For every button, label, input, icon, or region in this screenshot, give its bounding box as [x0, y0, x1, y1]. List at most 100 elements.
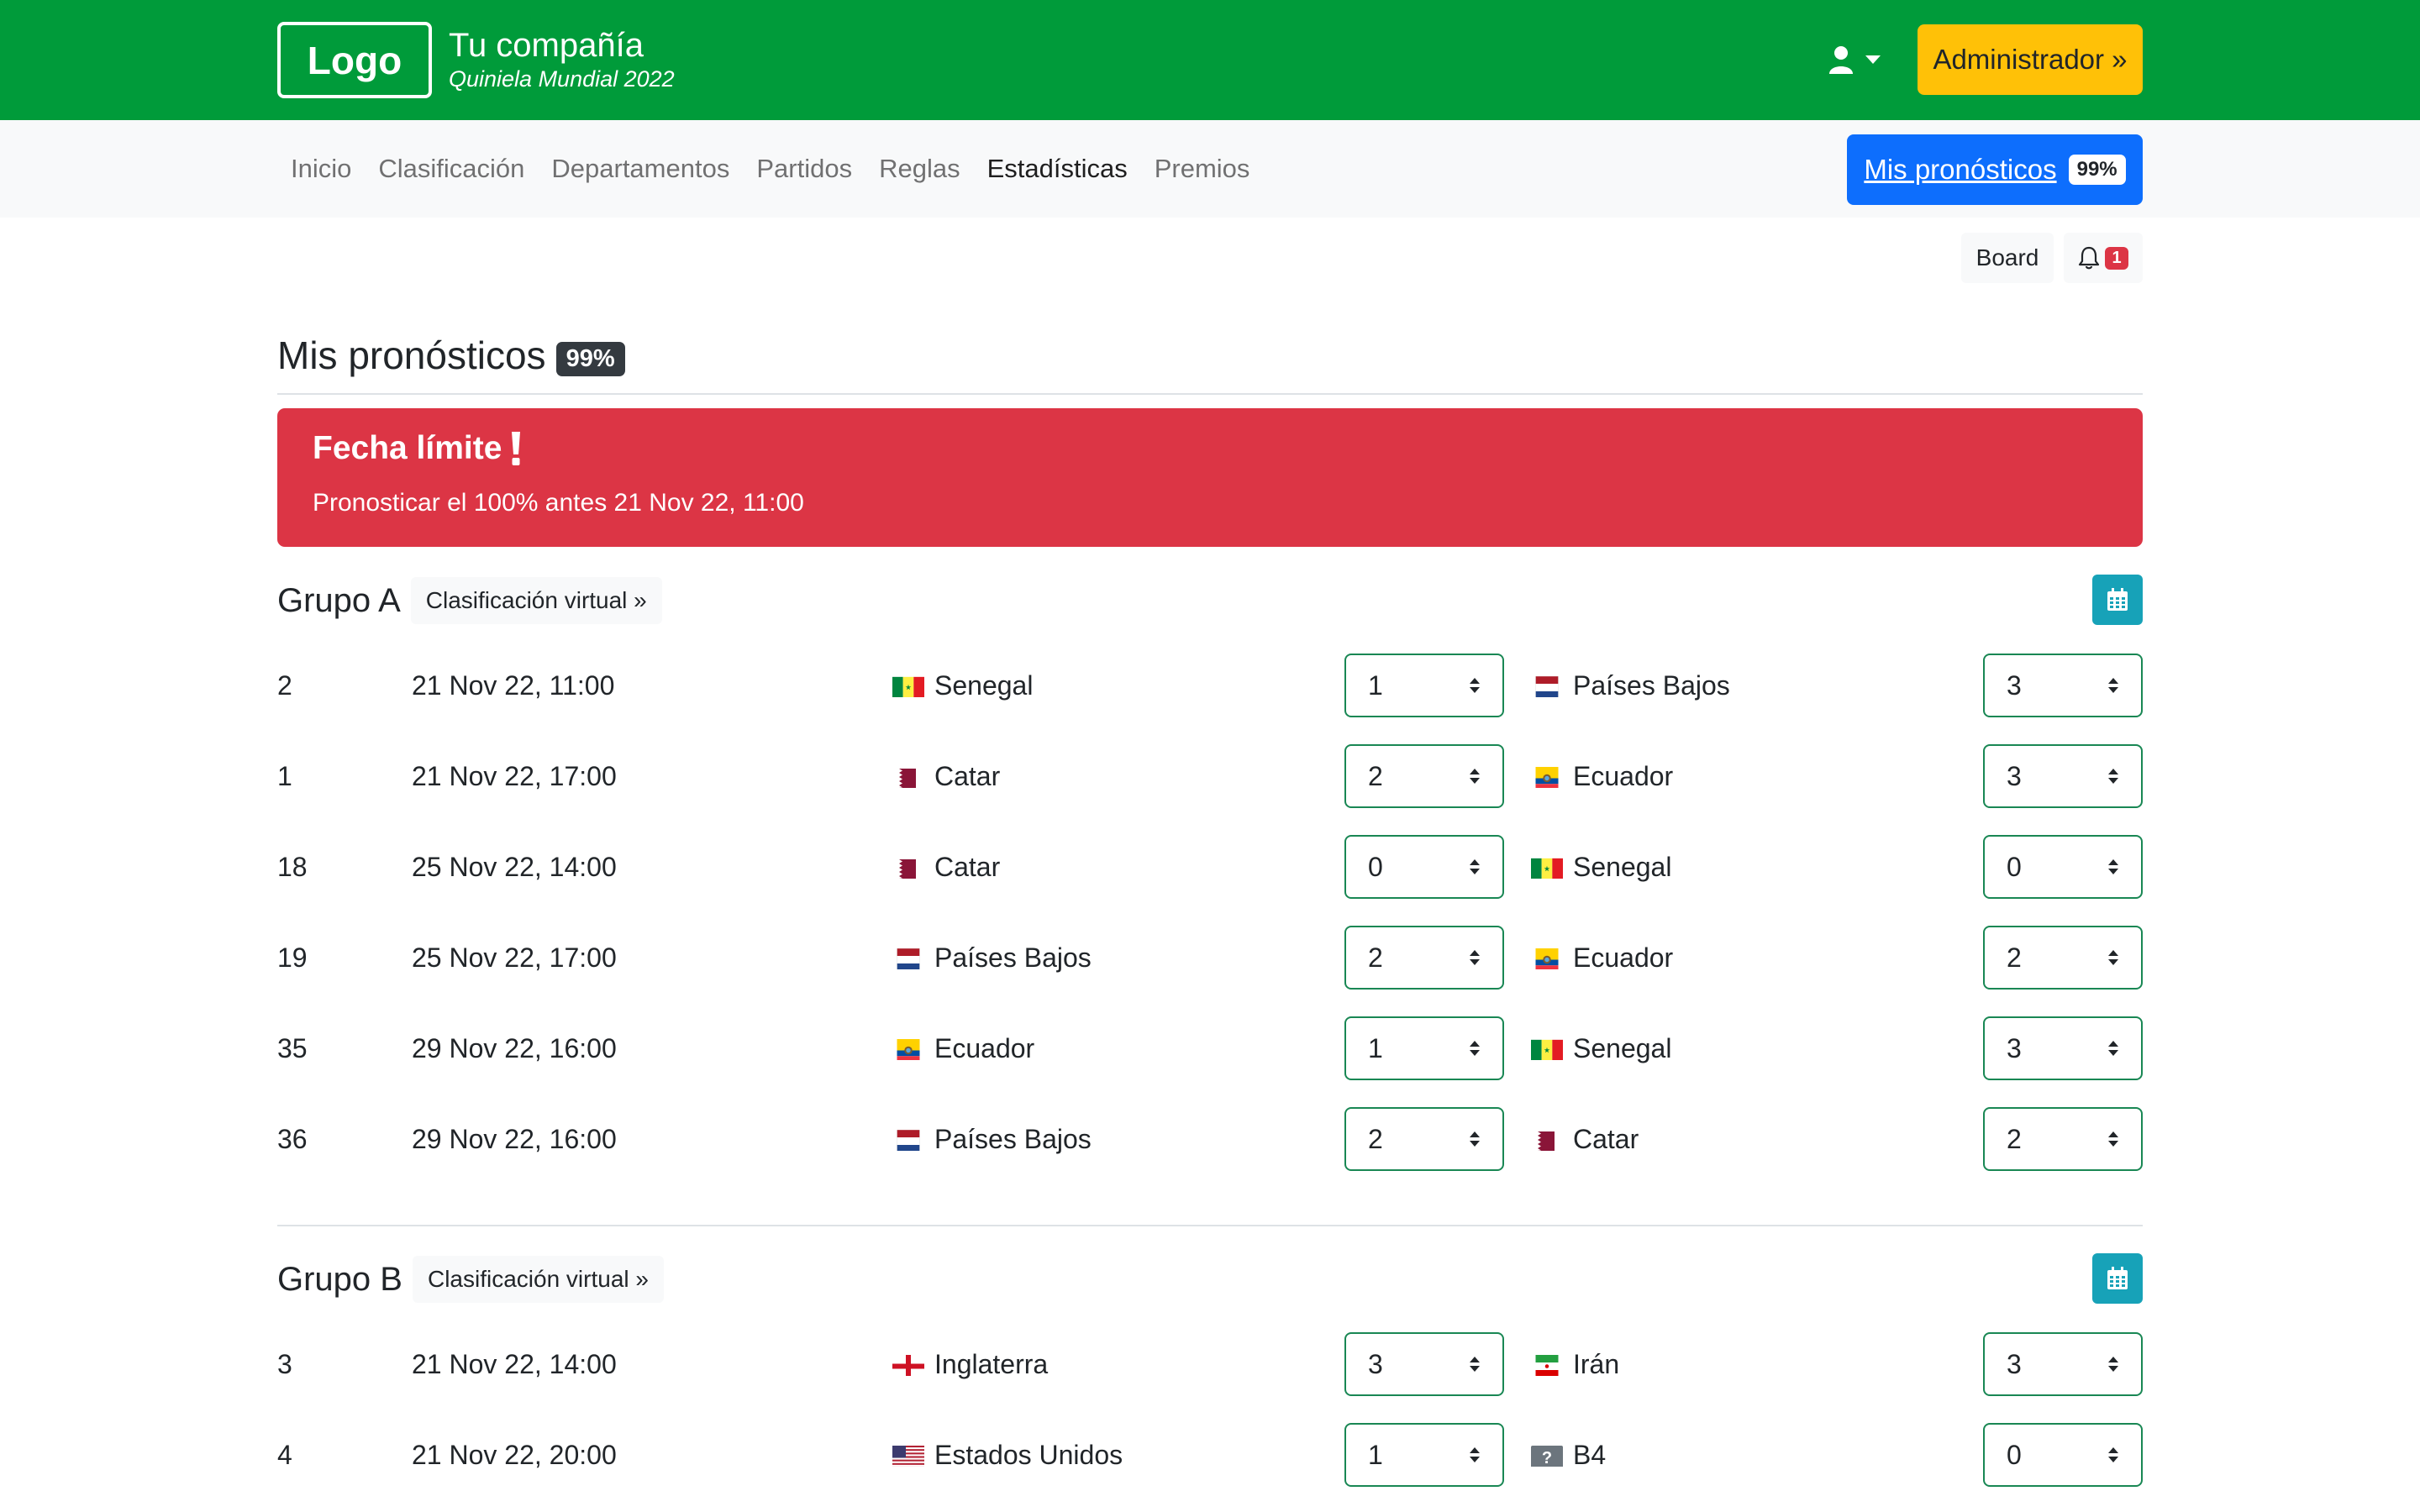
board-button[interactable]: Board — [1961, 233, 2054, 283]
flag-ec-icon — [892, 1037, 924, 1060]
away-team-name: Catar — [1573, 1123, 1639, 1154]
flag-nl-icon — [1531, 675, 1563, 697]
nav-item-inicio[interactable]: Inicio — [277, 154, 365, 184]
home-score-select[interactable]: 1 — [1344, 1016, 1504, 1080]
away-score-value: 3 — [2007, 1348, 2022, 1379]
away-score-value: 2 — [2007, 942, 2022, 973]
away-score-select[interactable]: 3 — [1983, 654, 2143, 717]
mis-pronosticos-badge: 99% — [2068, 155, 2126, 185]
match-row: 1 21 Nov 22, 17:00 Catar 2 Ecuador 3 — [277, 744, 2143, 808]
home-score-select[interactable]: 3 — [1344, 1332, 1504, 1396]
away-score-select[interactable]: 2 — [1983, 1107, 2143, 1171]
match-row: 2 21 Nov 22, 11:00 Senegal 1 Países Bajos 3 — [277, 654, 2143, 717]
away-score-select[interactable]: 2 — [1983, 926, 2143, 990]
home-score-select[interactable]: 2 — [1344, 926, 1504, 990]
away-score-select[interactable]: 0 — [1983, 1423, 2143, 1487]
away-team-name: Senegal — [1573, 851, 1672, 882]
away-score-value: 3 — [2007, 1032, 2022, 1063]
nav-item-departamentos[interactable]: Departamentos — [538, 154, 743, 184]
match-number: 19 — [277, 942, 308, 973]
home-team-name: Ecuador — [934, 1032, 1035, 1063]
calendar-icon — [2107, 588, 2128, 611]
notifications-button[interactable]: 1 — [2064, 233, 2143, 283]
page-title-text: Mis pronósticos — [277, 333, 546, 377]
select-arrows-icon — [2108, 950, 2118, 965]
home-team-name: Países Bajos — [934, 942, 1092, 973]
match-date: 21 Nov 22, 14:00 — [412, 1348, 617, 1379]
flag-qa-icon — [892, 856, 924, 879]
title-divider — [277, 393, 2143, 395]
svg-text:?: ? — [1542, 1449, 1552, 1467]
calendar-button[interactable] — [2092, 1253, 2143, 1304]
match-number: 4 — [277, 1439, 292, 1470]
group-name: Grupo B — [277, 1260, 402, 1298]
select-arrows-icon — [1470, 950, 1480, 965]
match-row: 3 21 Nov 22, 14:00 Inglaterra 3 Irán 3 — [277, 1332, 2143, 1396]
home-score-value: 0 — [1368, 851, 1383, 882]
top-header: Logo Tu compañía Quiniela Mundial 2022 A… — [0, 0, 2420, 120]
flag-ec-icon — [1531, 765, 1563, 788]
logo[interactable]: Logo — [277, 22, 432, 98]
home-team: Catar — [892, 744, 1000, 808]
home-score-select[interactable]: 2 — [1344, 1107, 1504, 1171]
away-score-select[interactable]: 0 — [1983, 835, 2143, 899]
away-score-select[interactable]: 3 — [1983, 744, 2143, 808]
flag-us-icon — [892, 1444, 924, 1467]
away-score-value: 0 — [2007, 851, 2022, 882]
flag-ir-icon — [1531, 1353, 1563, 1376]
nav-item-clasificacion[interactable]: Clasificación — [365, 154, 538, 184]
virtual-standings-button[interactable]: Clasificación virtual » — [412, 1256, 664, 1303]
match-row: 36 29 Nov 22, 16:00 Países Bajos 2 Catar 2 — [277, 1107, 2143, 1171]
match-date: 25 Nov 22, 17:00 — [412, 942, 617, 973]
nav-item-reglas[interactable]: Reglas — [865, 154, 974, 184]
away-team: Ecuador — [1531, 926, 1673, 990]
match-number: 35 — [277, 1032, 308, 1063]
select-arrows-icon — [1470, 678, 1480, 693]
nav-item-partidos[interactable]: Partidos — [743, 154, 865, 184]
home-team: Países Bajos — [892, 926, 1092, 990]
select-arrows-icon — [1470, 859, 1480, 874]
group-divider — [277, 1225, 2143, 1226]
flag-nl-icon — [892, 947, 924, 969]
away-team-name: B4 — [1573, 1439, 1607, 1470]
flag-nl-icon — [892, 1128, 924, 1151]
away-team-name: Irán — [1573, 1348, 1620, 1379]
nav-item-estadisticas[interactable]: Estadísticas — [974, 154, 1141, 184]
calendar-button[interactable] — [2092, 575, 2143, 625]
home-team: Catar — [892, 835, 1000, 899]
home-team-name: Inglaterra — [934, 1348, 1049, 1379]
select-arrows-icon — [2108, 859, 2118, 874]
home-score-select[interactable]: 2 — [1344, 744, 1504, 808]
mis-pronosticos-label: Mis pronósticos — [1864, 154, 2057, 185]
home-score-select[interactable]: 1 — [1344, 1423, 1504, 1487]
select-arrows-icon — [1470, 1131, 1480, 1147]
select-arrows-icon — [1470, 1357, 1480, 1372]
virtual-standings-button[interactable]: Clasificación virtual » — [410, 577, 662, 624]
flag-unknown-icon: ? — [1531, 1444, 1563, 1467]
select-arrows-icon — [2108, 1041, 2118, 1056]
home-score-value: 2 — [1368, 1123, 1383, 1154]
away-score-select[interactable]: 3 — [1983, 1332, 2143, 1396]
nav-item-premios[interactable]: Premios — [1141, 154, 1264, 184]
away-score-select[interactable]: 3 — [1983, 1016, 2143, 1080]
home-score-select[interactable]: 1 — [1344, 654, 1504, 717]
select-arrows-icon — [1470, 1041, 1480, 1056]
home-team: Senegal — [892, 654, 1033, 717]
group-name: Grupo A — [277, 581, 401, 619]
select-arrows-icon — [2108, 678, 2118, 693]
nav-links: Inicio Clasificación Departamentos Parti… — [277, 120, 1263, 218]
away-score-value: 0 — [2007, 1439, 2022, 1470]
home-score-select[interactable]: 0 — [1344, 835, 1504, 899]
company-subtitle: Quiniela Mundial 2022 — [449, 66, 675, 92]
admin-button[interactable]: Administrador » — [1918, 24, 2143, 95]
user-menu-button[interactable] — [1828, 40, 1896, 79]
match-row: 19 25 Nov 22, 17:00 Países Bajos 2 Ecuador 2 — [277, 926, 2143, 990]
match-number: 36 — [277, 1123, 308, 1154]
match-number: 18 — [277, 851, 308, 882]
mis-pronosticos-button[interactable]: Mis pronósticos 99% — [1847, 134, 2143, 205]
away-score-value: 3 — [2007, 669, 2022, 701]
match-date: 25 Nov 22, 14:00 — [412, 851, 617, 882]
flag-ec-icon — [1531, 947, 1563, 969]
home-score-value: 3 — [1368, 1348, 1383, 1379]
flag-en-icon — [892, 1353, 924, 1376]
